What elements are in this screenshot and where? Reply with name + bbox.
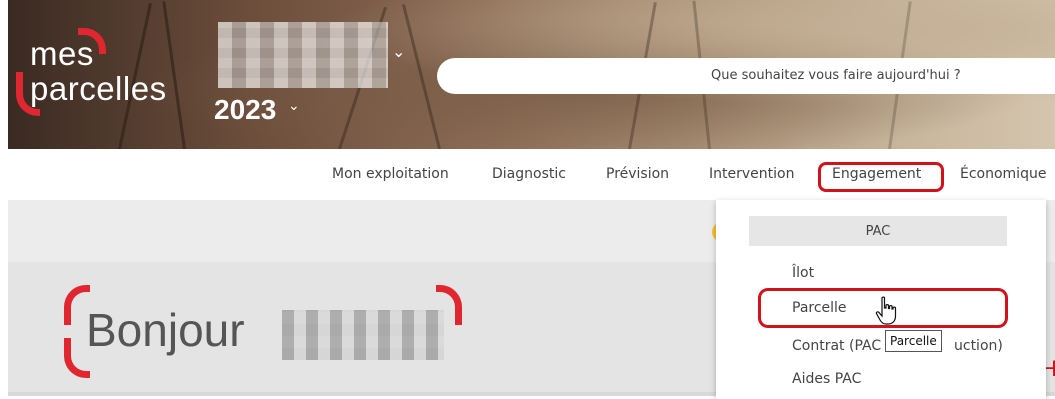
engagement-highlight	[818, 162, 944, 192]
farm-name-blurred[interactable]	[218, 22, 388, 88]
user-name-blurred	[282, 310, 444, 360]
chevron-down-icon[interactable]: ⌄	[288, 98, 300, 114]
search-placeholder: Que souhaitez vous faire aujourd'hui ?	[711, 68, 961, 83]
nav-item-economique[interactable]: Économique	[960, 166, 1046, 182]
greeting-title: Bonjour	[86, 304, 245, 356]
menu-item-ilot[interactable]: Îlot	[792, 265, 814, 281]
nav-item-diagnostic[interactable]: Diagnostic	[492, 166, 566, 182]
year-selector[interactable]: 2023	[214, 94, 276, 126]
dropdown-section-header: PAC	[749, 216, 1007, 246]
menu-item-contrat-suffix[interactable]: uction)	[954, 338, 1003, 354]
logo-text-line1: mes	[30, 35, 94, 72]
logo-text-line2: parcelles	[30, 70, 167, 107]
decorative-stalk	[401, 4, 441, 149]
search-input[interactable]: Que souhaitez vous faire aujourd'hui ?	[437, 58, 1055, 94]
nav-item-intervention[interactable]: Intervention	[709, 166, 794, 182]
tooltip: Parcelle	[885, 330, 942, 352]
hand-pointer-icon	[875, 296, 897, 325]
nav-item-mon-exploitation[interactable]: Mon exploitation	[332, 166, 449, 182]
menu-item-contrat[interactable]: Contrat (PAC	[792, 338, 881, 354]
mes-parcelles-logo[interactable]: mes parcelles	[10, 20, 190, 130]
menu-item-aides-pac[interactable]: Aides PAC	[792, 371, 861, 387]
nav-item-prevision[interactable]: Prévision	[606, 166, 669, 182]
dropdown-section-label: PAC	[865, 224, 891, 239]
chevron-down-icon[interactable]: ⌄	[392, 42, 405, 61]
